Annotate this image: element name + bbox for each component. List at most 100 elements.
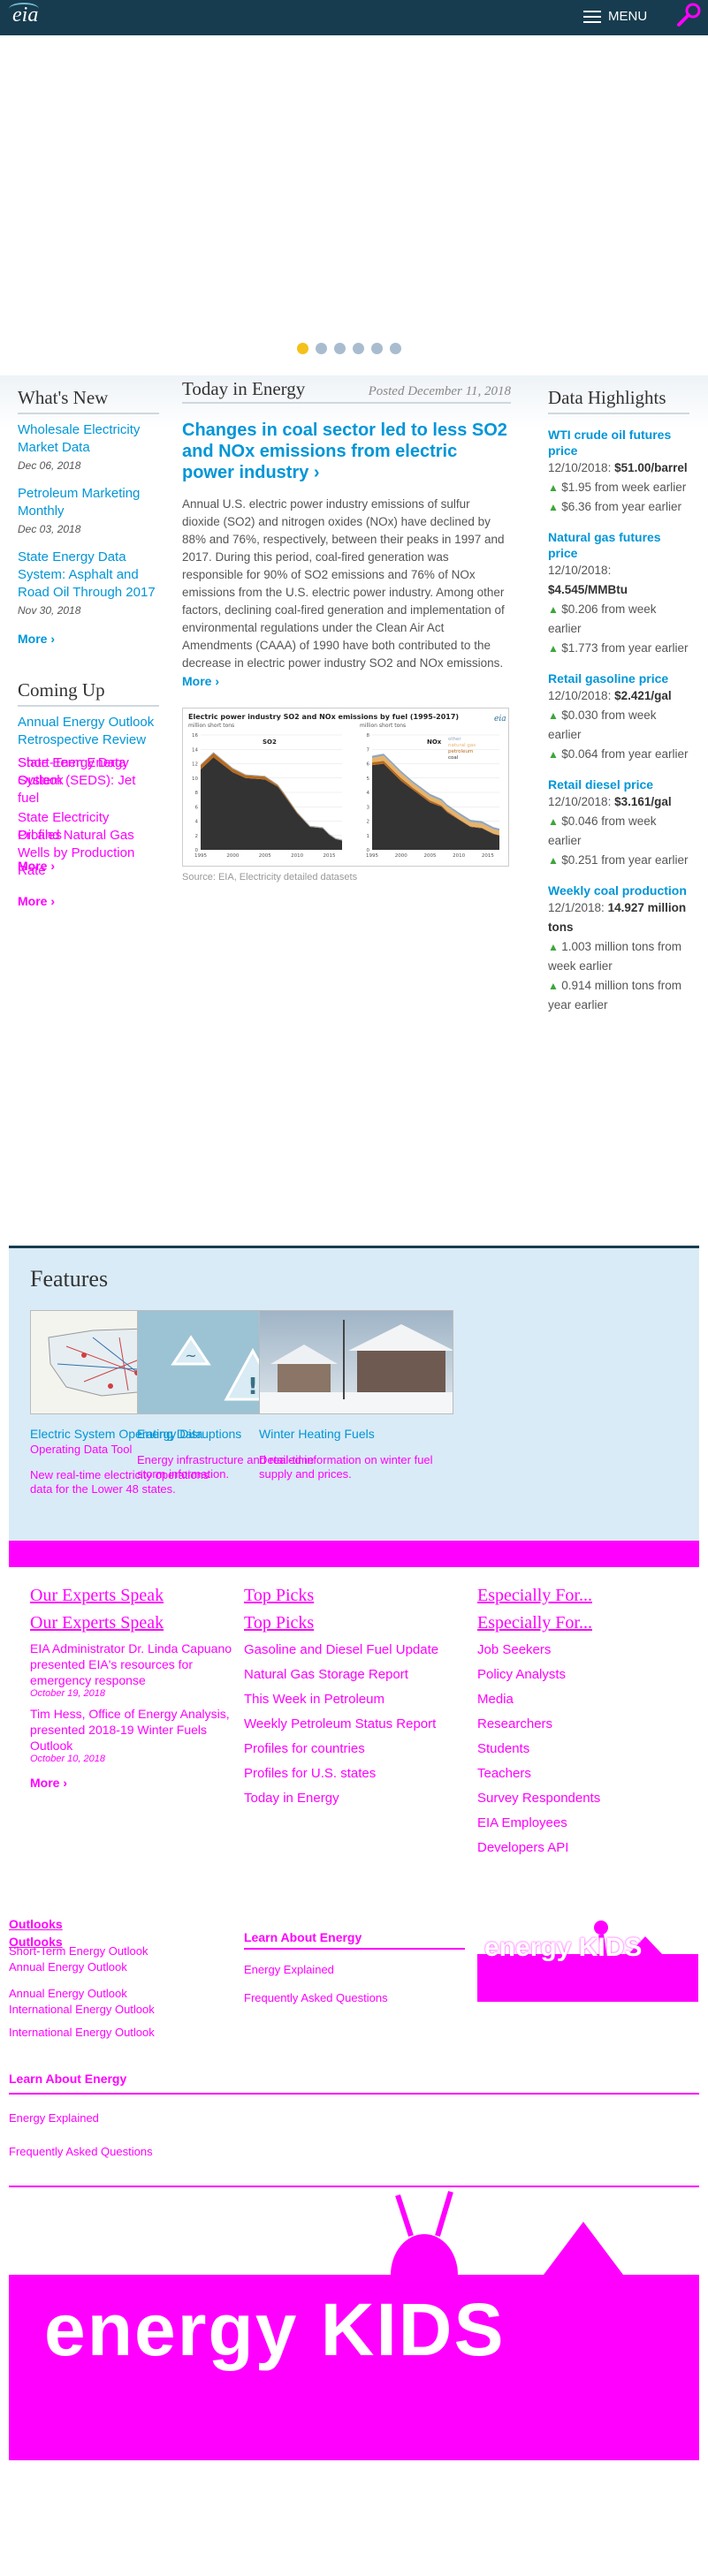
whats-new-item[interactable]: Wholesale Electricity Market Data Dec 06…	[18, 421, 159, 474]
coming-up-item[interactable]: Annual Energy Outlook Retrospective Revi…	[18, 714, 159, 749]
data-highlight-title[interactable]: Natural gas futures price	[548, 529, 689, 561]
eia-logo[interactable]: eia	[12, 4, 38, 27]
data-highlights: Data Highlights WTI crude oil futures pr…	[548, 387, 689, 1015]
footer-link[interactable]: Natural Gas Storage Report	[244, 1667, 456, 1683]
footer-link[interactable]: This Week in Petroleum	[244, 1692, 456, 1708]
learn-title: Learn About Energy	[9, 2072, 127, 2086]
whats-new-more-link[interactable]: More ›	[18, 632, 159, 646]
outlooks-link[interactable]: Short-Term Energy Outlook	[9, 1943, 230, 1959]
whats-new-link[interactable]: Petroleum Marketing Monthly	[18, 486, 140, 519]
search-icon[interactable]	[674, 0, 705, 32]
footer-link[interactable]: Students	[477, 1741, 689, 1757]
experts-link[interactable]: EIA Administrator Dr. Linda Capuano pres…	[30, 1640, 242, 1688]
carousel-dots	[297, 343, 401, 354]
footer-link[interactable]: Weekly Petroleum Status Report	[244, 1716, 456, 1732]
y-tick-label: 3	[367, 805, 370, 810]
learn-link[interactable]: Energy Explained	[9, 2110, 699, 2126]
learn-link[interactable]: Energy Explained	[244, 1962, 465, 1978]
data-highlight-title[interactable]: Retail diesel price	[548, 777, 689, 792]
learn-link[interactable]: Frequently Asked Questions	[9, 2144, 699, 2160]
coming-up-more-link[interactable]: More ›	[18, 859, 55, 873]
coming-up-link[interactable]: State Energy Data System (SEDS): Jet fue…	[18, 754, 150, 807]
change-arrow-icon: ▲	[548, 748, 562, 761]
chart-source: Source: EIA, Electricity detailed datase…	[182, 872, 358, 883]
data-highlight-title[interactable]: Retail gasoline price	[548, 671, 689, 686]
y-tick-label: 8	[195, 791, 199, 796]
y-tick-label: 2	[195, 834, 199, 839]
divider	[9, 2093, 699, 2095]
panel-label: SO2	[263, 739, 277, 746]
carousel-dot[interactable]	[371, 343, 383, 354]
winter-street-image[interactable]	[259, 1310, 453, 1414]
y-tick-label: 6	[367, 762, 370, 768]
footer-link[interactable]: Media	[477, 1692, 689, 1708]
footer-band	[9, 1541, 699, 1567]
data-highlight-change: ▲ 1.003 million tons from week earlier	[548, 940, 682, 973]
experts-more-link[interactable]: More ›	[30, 1775, 242, 1791]
whats-new-item[interactable]: State Energy Data System: Asphalt and Ro…	[18, 549, 159, 619]
footer-link[interactable]: Profiles for U.S. states	[244, 1766, 456, 1782]
data-highlight-title[interactable]: Weekly coal production	[548, 883, 689, 898]
data-highlights-list: WTI crude oil futures price 12/10/2018: $…	[548, 427, 689, 1015]
x-tick-label: 1995	[366, 853, 378, 859]
x-tick-label: 2015	[482, 853, 494, 859]
footer-link[interactable]: Gasoline and Diesel Fuel Update	[244, 1642, 456, 1658]
whats-new-item[interactable]: Petroleum Marketing Monthly Dec 03, 2018	[18, 485, 159, 538]
whats-new-link[interactable]: Wholesale Electricity Market Data	[18, 422, 140, 455]
y-tick-label: 7	[367, 747, 370, 753]
menu-button[interactable]: MENU	[583, 9, 647, 24]
footer-especially: Especially For... Especially For... Job …	[477, 1586, 689, 1856]
data-highlight-change: ▲ 0.914 million tons from year earlier	[548, 979, 682, 1011]
data-highlight-change: ▲ $0.064 from year earlier	[548, 747, 689, 761]
data-highlight-item: Retail gasoline price 12/10/2018: $2.421/…	[548, 671, 689, 764]
today-more-link[interactable]: More ›	[182, 674, 511, 688]
whats-new-link[interactable]: State Energy Data System: Asphalt and Ro…	[18, 549, 156, 600]
emissions-chart[interactable]: Electric power industry SO2 and NOx emis…	[182, 708, 509, 867]
coming-up-title: Coming Up	[18, 679, 105, 701]
coming-up-overlap: Short-Term Energy Outlook State Energy D…	[18, 754, 159, 878]
legend-entry: petroleum	[448, 749, 473, 754]
energy-kids-banner[interactable]: energy KIDS	[9, 2186, 699, 2460]
footer-link[interactable]: Profiles for countries	[244, 1741, 456, 1757]
kids-logo-text-large: energy KIDS	[44, 2288, 506, 2371]
carousel-dot[interactable]	[390, 343, 401, 354]
whats-new-date: Nov 30, 2018	[18, 604, 81, 617]
energy-kids-banner-small[interactable]: energy KIDS	[477, 1910, 698, 2002]
x-tick-label: 2005	[259, 853, 271, 859]
learn-link[interactable]: Frequently Asked Questions	[244, 1990, 465, 2006]
footer-link[interactable]: Teachers	[477, 1766, 689, 1782]
data-highlight-item: Retail diesel price 12/10/2018: $3.161/ga…	[548, 777, 689, 870]
coming-up-more-link[interactable]: More ›	[18, 894, 159, 908]
outlooks-link[interactable]: International Energy Outlook	[9, 2025, 230, 2041]
carousel-dot[interactable]	[297, 343, 308, 354]
data-highlight-title[interactable]: WTI crude oil futures price	[548, 427, 689, 458]
outlooks-link[interactable]: Annual Energy Outlook	[9, 1959, 230, 1975]
feature-title[interactable]: Winter Heating Fuels	[259, 1427, 453, 1441]
footer-link[interactable]: Job Seekers	[477, 1642, 689, 1658]
data-highlights-title: Data Highlights	[548, 387, 666, 408]
footer-link[interactable]: Researchers	[477, 1716, 689, 1732]
change-arrow-icon: ▲	[548, 501, 562, 513]
carousel-dot[interactable]	[334, 343, 346, 354]
outlooks-link[interactable]: Annual Energy Outlook	[9, 1986, 230, 2002]
outlooks-block: Outlooks Outlooks Short-Term Energy Outl…	[9, 1917, 230, 2041]
footer-link[interactable]: Today in Energy	[244, 1791, 456, 1807]
footer-link[interactable]: Survey Respondents	[477, 1791, 689, 1807]
experts-title: Our Experts Speak	[30, 1586, 164, 1605]
footer-link[interactable]: Developers API	[477, 1840, 689, 1856]
footer-link[interactable]: EIA Employees	[477, 1815, 689, 1831]
coming-up-link[interactable]: Annual Energy Outlook Retrospective Revi…	[18, 715, 154, 747]
footer-link[interactable]: Policy Analysts	[477, 1667, 689, 1683]
footer-top-picks: Top Picks Top Picks Gasoline and Diesel …	[244, 1586, 456, 1807]
feature-card[interactable]: Winter Heating Fuels Detailed informatio…	[259, 1310, 453, 1481]
legend-entry: other	[448, 737, 461, 742]
today-headline-link[interactable]: Changes in coal sector led to less SO2 a…	[182, 420, 511, 483]
carousel-dot[interactable]	[316, 343, 327, 354]
left-column: What's New Wholesale Electricity Market …	[18, 387, 159, 908]
outlooks-link[interactable]: International Energy Outlook	[9, 2002, 230, 2018]
area-series-coal	[201, 757, 342, 850]
carousel-dot[interactable]	[353, 343, 364, 354]
experts-link[interactable]: Tim Hess, Office of Energy Analysis, pre…	[30, 1706, 242, 1754]
experts-date: October 10, 2018	[30, 1754, 106, 1764]
learn-block: Learn About Energy Energy Explained Freq…	[244, 1930, 465, 2006]
